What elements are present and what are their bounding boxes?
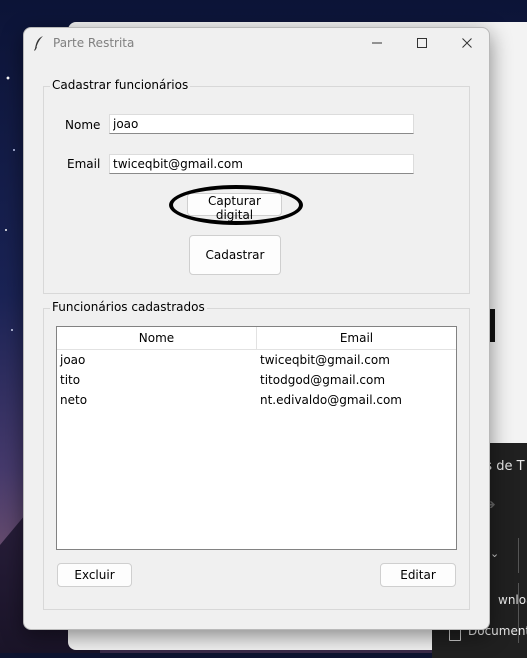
delete-button[interactable]: Excluir (57, 563, 132, 587)
title-bar[interactable]: Parte Restrita (24, 28, 489, 58)
email-label: Email (67, 157, 101, 171)
cell-name: neto (60, 393, 88, 407)
employees-group-title: Funcionários cadastrados (50, 300, 207, 314)
register-group-title: Cadastrar funcionários (50, 78, 191, 92)
column-header-name[interactable]: Nome (57, 327, 257, 349)
close-button[interactable] (444, 28, 490, 58)
table-row[interactable]: neto nt.edivaldo@gmail.com (57, 391, 456, 411)
name-label: Nome (65, 118, 101, 132)
minimize-button[interactable] (354, 28, 400, 58)
capture-fingerprint-button[interactable]: Capturar digital (187, 193, 282, 222)
close-icon (462, 38, 472, 48)
cell-name: tito (60, 373, 81, 387)
register-button[interactable]: Cadastrar (189, 235, 281, 275)
table-header: Nome Email (57, 327, 456, 350)
feather-icon (34, 36, 43, 51)
table-row[interactable]: joao twiceqbit@gmail.com (57, 351, 456, 371)
edit-button[interactable]: Editar (380, 563, 456, 587)
table-row[interactable]: tito titodgod@gmail.com (57, 371, 456, 391)
main-window: Parte Restrita Cadastrar funcionários No… (23, 27, 490, 630)
column-header-email[interactable]: Email (257, 327, 456, 349)
cell-email: twiceqbit@gmail.com (260, 353, 390, 367)
cell-name: joao (60, 353, 86, 367)
cell-email: titodgod@gmail.com (260, 373, 386, 387)
minimize-icon (372, 42, 382, 44)
email-input[interactable] (109, 154, 414, 174)
employees-table[interactable]: Nome Email joao twiceqbit@gmail.com tito… (56, 326, 457, 550)
divider (518, 538, 519, 573)
maximize-icon (417, 38, 427, 48)
name-input[interactable] (109, 114, 414, 134)
cell-email: nt.edivaldo@gmail.com (260, 393, 402, 407)
window-title: Parte Restrita (53, 36, 135, 50)
maximize-button[interactable] (399, 28, 445, 58)
chevron-down-icon[interactable]: ⌄ (490, 547, 499, 560)
background-panel-item-downloads[interactable]: wnloads (498, 593, 527, 607)
